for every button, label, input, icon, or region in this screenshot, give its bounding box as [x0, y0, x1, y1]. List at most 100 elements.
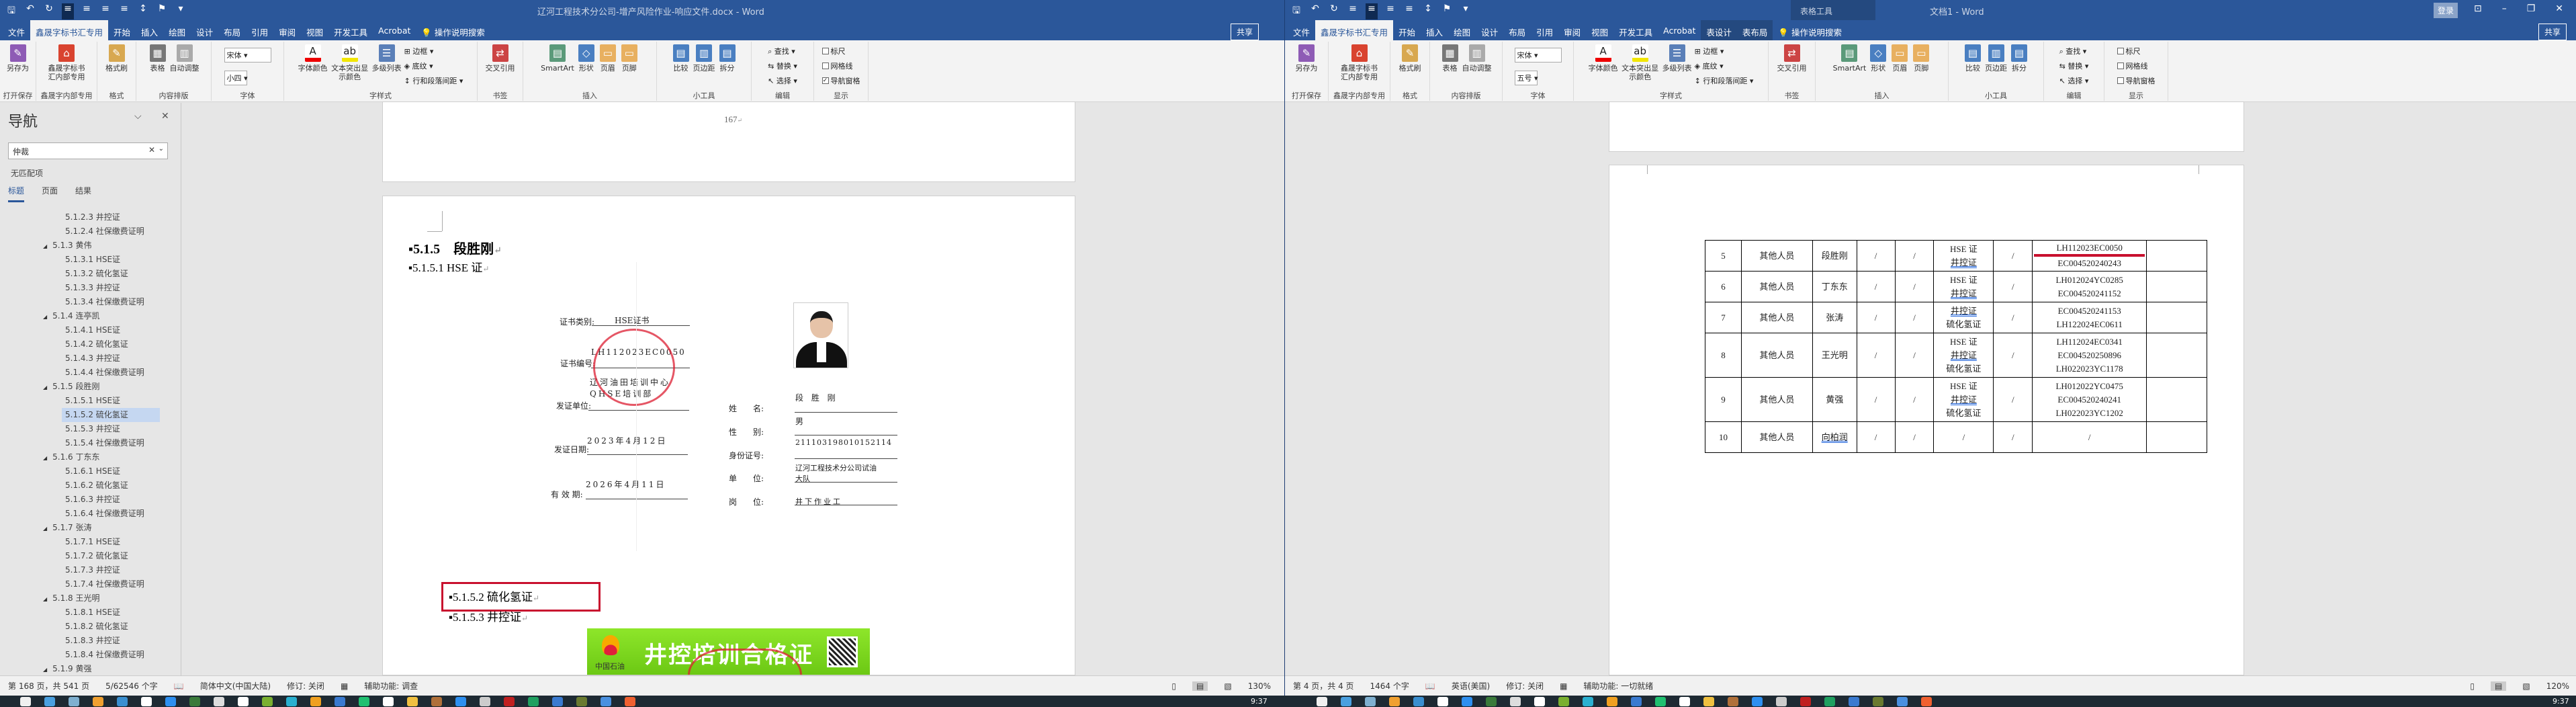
table-cell[interactable]: /	[1993, 377, 2033, 422]
table-cell[interactable]: 王光明	[1812, 333, 1857, 378]
track-changes[interactable]: 修订: 关闭	[1506, 680, 1544, 692]
nav-item[interactable]: 5.1.3 黄伟	[0, 239, 180, 253]
heading-5-1-5-2[interactable]: ▪5.1.5.2 硫化氢证↵	[449, 587, 539, 604]
nav-item[interactable]: 5.1.8.1 HSE证	[0, 606, 180, 620]
table-cell[interactable]: 其他人员	[1740, 302, 1813, 333]
web-layout-icon[interactable]: ▧	[2522, 681, 2530, 691]
taskbar-app-icon[interactable]	[1486, 696, 1497, 706]
sign-in-button[interactable]: 登录	[2434, 3, 2458, 18]
checkbox-box[interactable]	[821, 63, 829, 69]
taskbar-app-icon[interactable]	[1921, 696, 1932, 706]
table-cell[interactable]: 其他人员	[1740, 421, 1813, 453]
taskbar-app-icon[interactable]	[1413, 696, 1424, 706]
taskbar-app-icon[interactable]	[1800, 696, 1811, 706]
table-cell[interactable]	[2146, 302, 2207, 333]
ribbon-small-button-5-2[interactable]: ↕ 行和段落间距 ▾	[1695, 75, 1754, 86]
nav-item[interactable]: 5.1.6.2 硫化氢证	[0, 479, 180, 493]
taskbar-app-icon[interactable]	[359, 696, 369, 706]
table-cell[interactable]: 5	[1705, 240, 1742, 272]
taskbar-app-icon[interactable]	[383, 696, 394, 706]
tab-7[interactable]: 引用	[246, 20, 273, 40]
tab-14[interactable]: 💡 操作说明搜索	[1773, 20, 1847, 40]
print-layout-icon[interactable]: ▤	[2491, 681, 2507, 691]
taskbar-app-icon[interactable]	[1607, 696, 1617, 706]
nav-item[interactable]: 5.1.8.4 社保缴费证明	[0, 648, 180, 662]
nav-item[interactable]: 5.1.6.1 HSE证	[0, 464, 180, 479]
table-cell[interactable]: 向柏润	[1812, 421, 1857, 453]
taskbar-app-icon[interactable]	[576, 696, 587, 706]
ribbon-small-button-5-1[interactable]: ◈ 底纹 ▾	[404, 60, 463, 71]
macro-icon[interactable]: ▦	[1560, 681, 1567, 691]
table-cell[interactable]: /	[1933, 421, 1994, 453]
tab-10[interactable]: 开发工具	[328, 20, 373, 40]
taskbar-app-icon[interactable]	[335, 696, 345, 706]
taskbar-app-icon[interactable]	[262, 696, 273, 706]
table-cell[interactable]	[2146, 271, 2207, 302]
nav-item[interactable]: 5.1.7.4 社保缴费证明	[0, 577, 180, 591]
nav-item[interactable]: 5.1.6 丁东东	[0, 450, 180, 464]
table-cell[interactable]	[2146, 240, 2207, 272]
read-mode-icon[interactable]: ▯	[1171, 681, 1176, 691]
taskbar-app-icon[interactable]	[1583, 696, 1593, 706]
table-cell[interactable]: EC004520241153 LH122024EC0611	[2032, 302, 2147, 333]
table-cell[interactable]: 其他人员	[1740, 271, 1813, 302]
tab-11[interactable]: Acrobat	[1658, 20, 1701, 40]
ribbon-small-button-5-0[interactable]: ⊞ 边框 ▾	[404, 46, 463, 56]
tab-8[interactable]: 审阅	[273, 20, 301, 40]
taskbar-app-icon[interactable]	[165, 696, 176, 706]
taskbar-app-icon[interactable]	[93, 696, 103, 706]
nav-item[interactable]: 5.1.5.3 井控证	[0, 422, 180, 436]
language[interactable]: 简体中文(中国大陆)	[200, 680, 271, 692]
accessibility[interactable]: 辅助功能: 一切就绪	[1583, 680, 1653, 692]
justify-icon[interactable]: ≡	[118, 3, 130, 19]
taskbar-app-icon[interactable]	[504, 696, 515, 706]
table-cell[interactable]: 其他人员	[1740, 240, 1813, 272]
tab-4[interactable]: 绘图	[163, 20, 191, 40]
taskbar-app-icon[interactable]	[528, 696, 539, 706]
checkbox-box[interactable]	[2117, 48, 2124, 54]
align-left-icon[interactable]: ≡	[1347, 3, 1359, 19]
taskbar-app-icon[interactable]	[1873, 696, 1883, 706]
align-left-icon[interactable]: ≡	[62, 3, 74, 19]
taskbar-app-icon[interactable]	[1510, 696, 1521, 706]
nav-item[interactable]: 5.1.2.4 社保缴费证明	[0, 224, 180, 239]
tab-4[interactable]: 绘图	[1448, 20, 1476, 40]
tab-3[interactable]: 插入	[136, 20, 163, 40]
checkbox-1[interactable]: 网格线	[2117, 60, 2156, 71]
table-cell[interactable]: /	[1993, 421, 2033, 453]
table-cell[interactable]: /	[1993, 302, 2033, 333]
tab-5[interactable]: 设计	[1476, 20, 1503, 40]
taskbar-app-icon[interactable]	[238, 696, 249, 706]
chevron-down-icon[interactable]: ⌵	[134, 111, 142, 122]
tab-3[interactable]: 插入	[1421, 20, 1448, 40]
table-cell[interactable]: /	[1856, 377, 1896, 422]
taskbar-app-icon[interactable]	[1631, 696, 1642, 706]
checkbox-2[interactable]: 导航窗格	[2117, 75, 2156, 86]
table-cell[interactable]: 井控证 硫化氢证	[1933, 302, 1994, 333]
nav-item[interactable]: 5.1.3.4 社保缴费证明	[0, 295, 180, 309]
table-cell[interactable]: 其他人员	[1740, 333, 1813, 378]
taskbar-app-icon[interactable]	[189, 696, 200, 706]
tab-2[interactable]: 开始	[1393, 20, 1421, 40]
ribbon-small-button-5-2[interactable]: ↕ 行和段落间距 ▾	[404, 75, 463, 86]
table-cell[interactable]: LH112024EC0341 EC004520250896 LH022023YC11…	[2032, 333, 2147, 378]
nav-search-input[interactable]: 仲裁 ✕ ⌄	[8, 142, 168, 159]
tab-10[interactable]: 开发工具	[1613, 20, 1658, 40]
customize-icon[interactable]: ▾	[175, 3, 187, 19]
taskbar-app-icon[interactable]	[1389, 696, 1400, 706]
tab-headings[interactable]: 标题	[8, 185, 25, 202]
close-icon[interactable]: ✕	[161, 111, 169, 122]
close-icon[interactable]: ✕	[2555, 3, 2563, 14]
justify-icon[interactable]: ≡	[1403, 3, 1415, 19]
ribbon-small-button-5-1[interactable]: ◈ 底纹 ▾	[1695, 60, 1754, 71]
nav-item[interactable]: 5.1.2.3 井控证	[0, 210, 180, 224]
tab-12[interactable]: 表设计	[1701, 20, 1737, 40]
table-cell[interactable]: /	[1894, 302, 1935, 333]
table-cell[interactable]: LH012024YC0285 EC004520241152	[2032, 271, 2147, 302]
checkbox-box[interactable]	[2117, 63, 2124, 69]
align-right-icon[interactable]: ≡	[99, 3, 112, 19]
taskbar-app-icon[interactable]	[625, 696, 635, 706]
table-cell[interactable]: /	[1993, 271, 2033, 302]
tab-pages[interactable]: 页面	[42, 185, 58, 202]
ribbon-small-button-9-1[interactable]: ⇆ 替换 ▾	[768, 60, 797, 71]
